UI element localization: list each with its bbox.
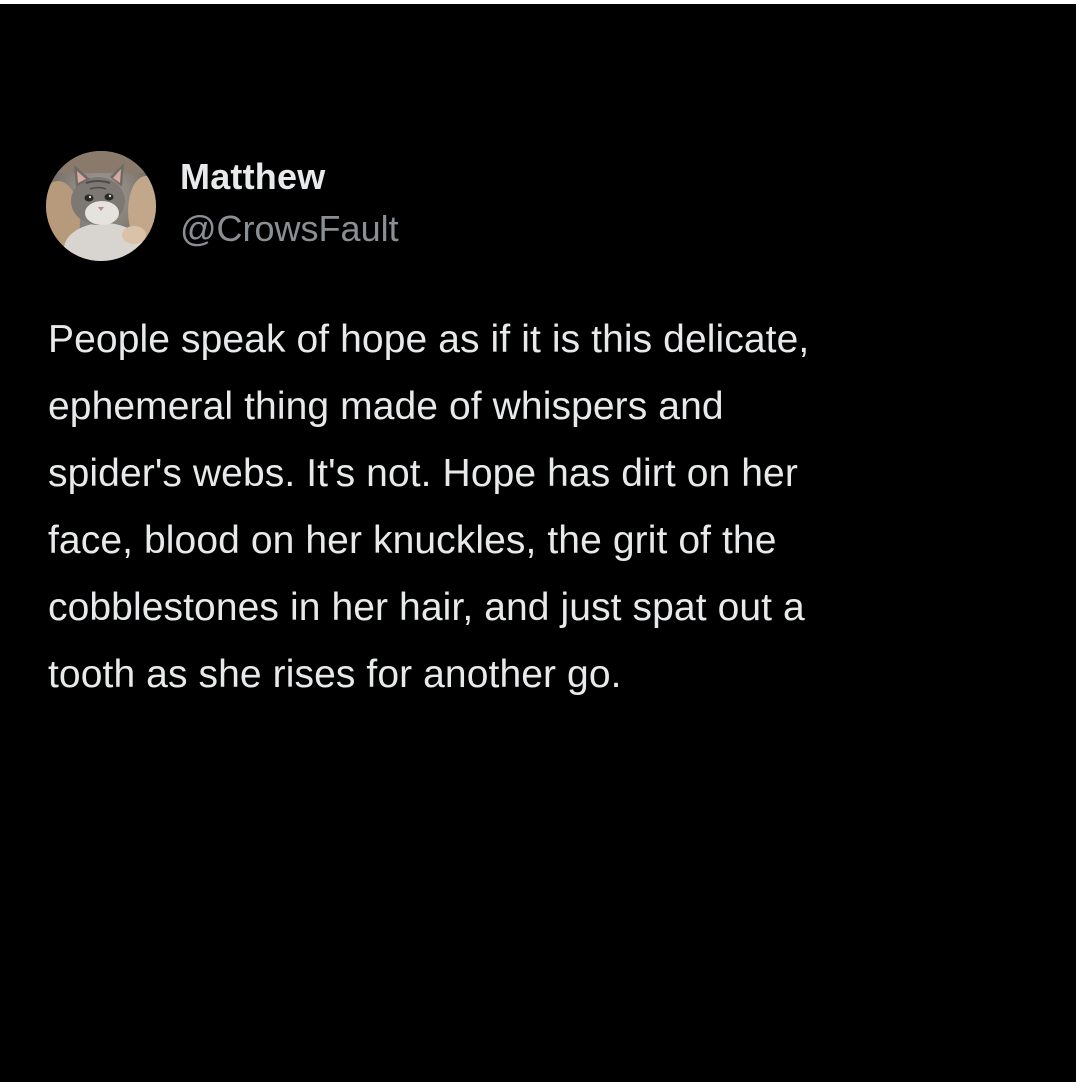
- author-info: Matthew @CrowsFault: [180, 155, 399, 251]
- post-author-header: Matthew @CrowsFault: [46, 151, 1036, 261]
- post-text-line: face, blood on her knuckles, the grit of…: [48, 519, 777, 562]
- post-text: People speak of hope as if it is this de…: [48, 306, 1036, 708]
- post-text-line: ephemeral thing made of whispers and: [48, 385, 724, 428]
- post-text-line: tooth as she rises for another go.: [48, 653, 622, 696]
- post-card: Matthew @CrowsFault People speak of hope…: [46, 151, 1036, 708]
- author-display-name[interactable]: Matthew: [180, 155, 399, 199]
- post-screenshot-frame: Matthew @CrowsFault People speak of hope…: [0, 4, 1076, 1082]
- post-text-line: cobblestones in her hair, and just spat …: [48, 586, 805, 629]
- post-text-line: spider's webs. It's not. Hope has dirt o…: [48, 452, 798, 495]
- cat-avatar-icon: [46, 151, 156, 261]
- avatar[interactable]: [46, 151, 156, 261]
- post-text-line: People speak of hope as if it is this de…: [48, 318, 810, 361]
- author-handle[interactable]: @CrowsFault: [180, 207, 399, 251]
